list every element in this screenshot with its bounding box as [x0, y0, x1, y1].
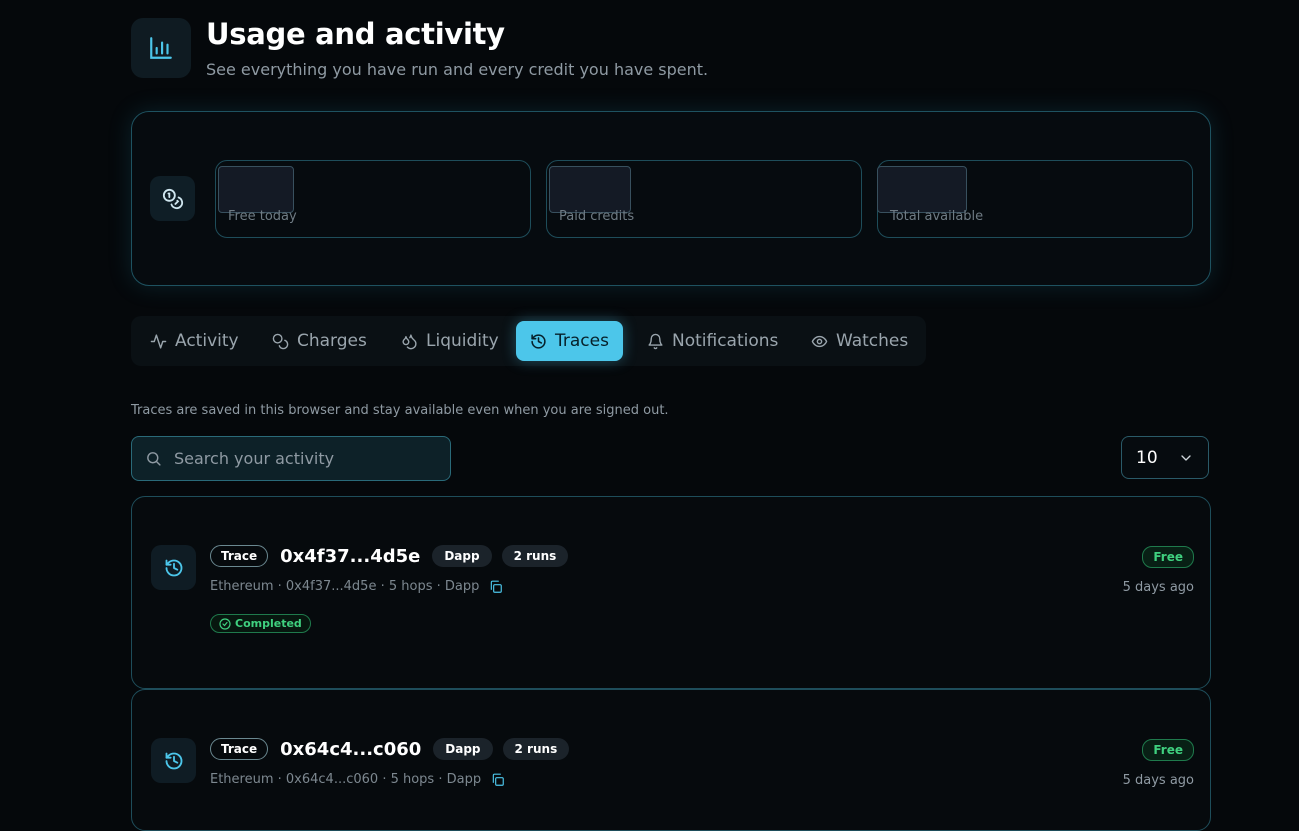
- history-icon: [151, 545, 196, 590]
- tab-label: Charges: [297, 331, 367, 351]
- trace-meta: Ethereum · 0x4f37...4d5e · 5 hops · Dapp: [210, 579, 503, 594]
- trace-hash: 0x4f37...4d5e: [280, 545, 421, 567]
- trace-type-badge: Trace: [210, 738, 269, 760]
- trace-status-label: Completed: [235, 617, 302, 630]
- tab-notifications[interactable]: Notifications: [647, 321, 778, 361]
- stat-value-placeholder: [218, 166, 294, 213]
- trace-status-badge: Completed: [210, 614, 311, 633]
- copy-icon[interactable]: [489, 580, 503, 594]
- traces-storage-note: Traces are saved in this browser and sta…: [131, 403, 669, 418]
- trace-runs-badge: 2 runs: [501, 545, 569, 567]
- trace-category-badge: Dapp: [433, 738, 493, 760]
- trace-hash: 0x64c4...c060: [280, 738, 422, 760]
- tab-label: Notifications: [672, 331, 779, 351]
- page-size-select[interactable]: 10: [1121, 436, 1209, 479]
- activity-icon: [150, 333, 167, 349]
- trace-price-badge: Free: [1142, 546, 1194, 568]
- stat-paid-credits: Paid credits: [546, 160, 862, 238]
- trace-type-badge: Trace: [210, 545, 269, 567]
- droplets-icon: [402, 333, 417, 349]
- trace-header-row: Trace 0x4f37...4d5e Dapp 2 runs: [210, 545, 569, 567]
- stat-free-today: Free today: [215, 160, 531, 238]
- tab-traces[interactable]: Traces: [516, 321, 623, 361]
- trace-timestamp: 5 days ago: [1122, 773, 1194, 788]
- search-icon: [147, 452, 161, 466]
- trace-category-badge: Dapp: [432, 545, 492, 567]
- usage-chart-icon: [131, 18, 191, 78]
- copy-icon[interactable]: [491, 773, 505, 787]
- tab-label: Traces: [555, 331, 609, 351]
- page-subtitle: See everything you have run and every cr…: [206, 60, 709, 79]
- trace-price-badge: Free: [1142, 739, 1194, 761]
- history-icon: [151, 738, 196, 783]
- tab-charges[interactable]: Charges: [272, 321, 367, 361]
- stat-label: Free today: [228, 209, 297, 224]
- coins-icon: [150, 176, 195, 221]
- tab-liquidity[interactable]: Liquidity: [401, 321, 499, 361]
- stat-label: Paid credits: [559, 209, 635, 224]
- page-title: Usage and activity: [206, 17, 505, 51]
- search-box: [131, 436, 451, 481]
- trace-runs-badge: 2 runs: [502, 738, 570, 760]
- tab-label: Activity: [175, 331, 239, 351]
- tab-bar: Activity Charges Liquidity Traces Notifi…: [131, 316, 926, 366]
- tab-activity[interactable]: Activity: [150, 321, 239, 361]
- stat-value-placeholder: [877, 166, 967, 213]
- search-input[interactable]: [172, 448, 436, 469]
- trace-meta: Ethereum · 0x64c4...c060 · 5 hops · Dapp: [210, 772, 505, 787]
- page-size-value: 10: [1136, 447, 1158, 468]
- chevron-down-icon: [1181, 454, 1191, 461]
- tab-watches[interactable]: Watches: [811, 321, 908, 361]
- trace-timestamp: 5 days ago: [1122, 580, 1194, 595]
- trace-header-row: Trace 0x64c4...c060 Dapp 2 runs: [210, 738, 570, 760]
- trace-card[interactable]: Trace 0x64c4...c060 Dapp 2 runs Ethereum…: [131, 689, 1211, 831]
- eye-icon: [811, 335, 828, 347]
- check-circle-icon: [219, 617, 231, 630]
- history-icon: [531, 333, 546, 349]
- coins-icon: [272, 333, 289, 349]
- trace-meta-text: Ethereum · 0x64c4...c060 · 5 hops · Dapp: [210, 772, 482, 787]
- stat-value-placeholder: [549, 166, 631, 213]
- stat-total-available: Total available: [877, 160, 1193, 238]
- stat-label: Total available: [890, 209, 984, 224]
- tab-label: Watches: [836, 331, 909, 351]
- tab-label: Liquidity: [426, 331, 499, 351]
- bell-icon: [648, 333, 663, 349]
- trace-card[interactable]: Trace 0x4f37...4d5e Dapp 2 runs Ethereum…: [131, 496, 1211, 689]
- trace-meta-text: Ethereum · 0x4f37...4d5e · 5 hops · Dapp: [210, 579, 480, 594]
